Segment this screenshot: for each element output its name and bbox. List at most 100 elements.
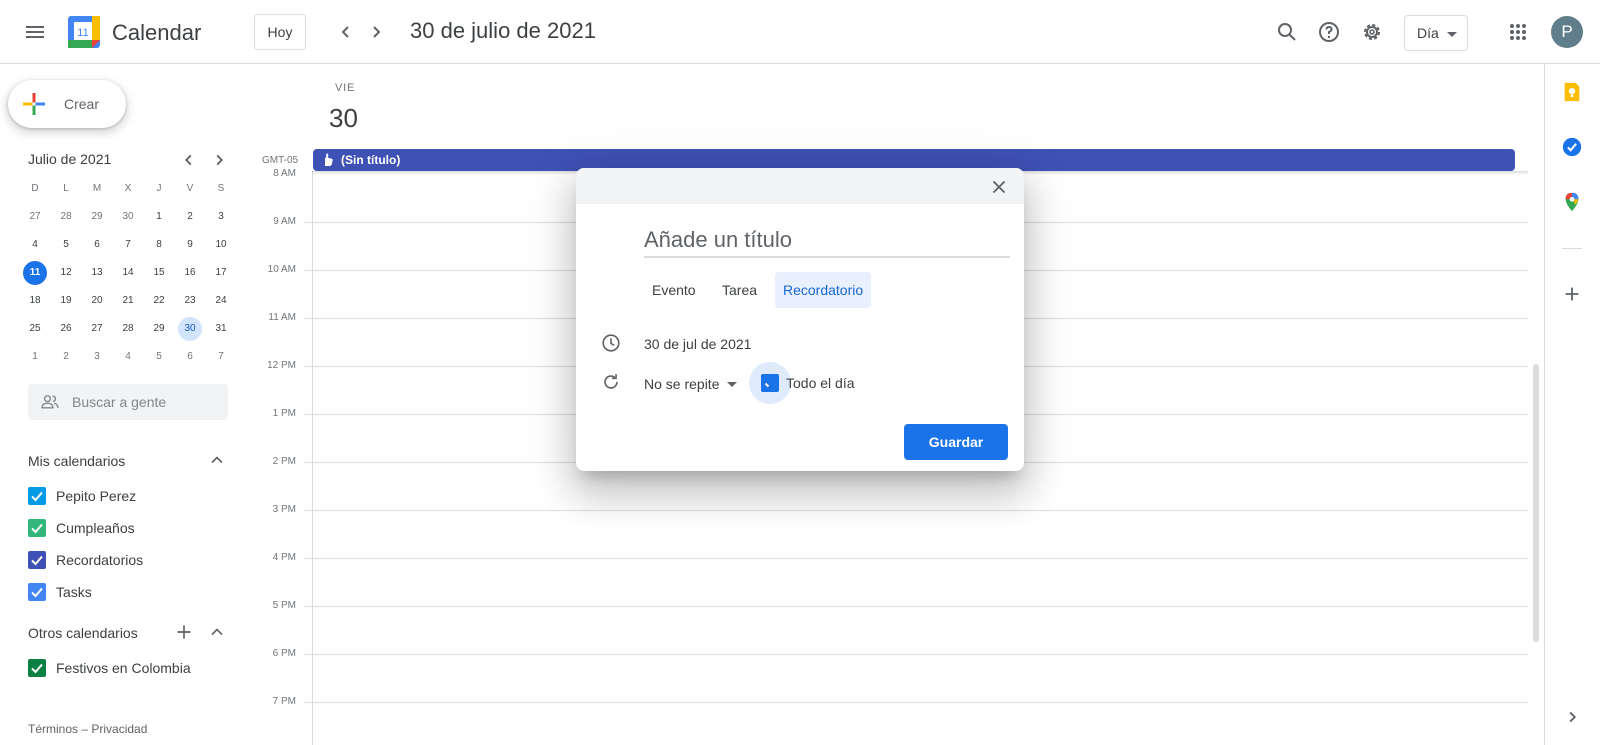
hour-label: 10 AM xyxy=(267,264,296,275)
apps-grid-icon[interactable] xyxy=(1506,20,1530,44)
account-avatar[interactable]: P xyxy=(1551,16,1583,48)
mini-calendar-day[interactable]: 6 xyxy=(178,345,202,369)
help-icon[interactable] xyxy=(1317,20,1341,44)
mini-calendar-day[interactable]: 15 xyxy=(147,261,171,285)
people-search-input[interactable] xyxy=(72,384,222,420)
mini-calendar-day[interactable]: 28 xyxy=(54,205,78,229)
add-calendar-plus-icon[interactable] xyxy=(174,622,194,642)
mini-calendar-day[interactable]: 20 xyxy=(85,289,109,313)
checkbox-checked-icon[interactable] xyxy=(28,659,46,677)
mini-calendar-day[interactable]: 5 xyxy=(54,233,78,257)
create-button[interactable]: Crear xyxy=(8,80,126,128)
people-icon xyxy=(41,395,59,409)
mini-calendar-day[interactable]: 29 xyxy=(147,317,171,341)
close-icon[interactable] xyxy=(988,176,1010,198)
mini-calendar-day[interactable]: 6 xyxy=(85,233,109,257)
hour-label: 1 PM xyxy=(272,408,296,419)
hour-label: 3 PM xyxy=(272,504,296,515)
weekday-label: L xyxy=(63,183,69,194)
timezone-label: GMT-05 xyxy=(262,155,299,166)
main-menu-icon[interactable] xyxy=(23,20,47,44)
mini-calendar-day[interactable]: 11 xyxy=(23,261,47,285)
mini-calendar-day[interactable]: 3 xyxy=(209,205,233,229)
expand-panel-chevron-icon[interactable] xyxy=(1561,706,1583,728)
mini-calendar-day[interactable]: 3 xyxy=(85,345,109,369)
view-select[interactable]: Día xyxy=(1404,15,1468,51)
tab-evento[interactable]: Evento xyxy=(644,272,704,308)
terms-privacy-links[interactable]: Términos – Privacidad xyxy=(28,722,147,736)
mini-calendar-day[interactable]: 30 xyxy=(116,205,140,229)
mini-calendar-day[interactable]: 25 xyxy=(23,317,47,341)
day-number[interactable]: 30 xyxy=(329,103,358,134)
mini-calendar-day[interactable]: 29 xyxy=(85,205,109,229)
dialog-drag-handle[interactable] xyxy=(576,168,1024,204)
checkbox-checked-icon[interactable] xyxy=(28,519,46,537)
mini-calendar-day[interactable]: 28 xyxy=(116,317,140,341)
all-day-label: Todo el día xyxy=(786,375,855,391)
mini-calendar-day[interactable]: 4 xyxy=(23,233,47,257)
mini-calendar-day[interactable]: 2 xyxy=(178,205,202,229)
mini-calendar-day[interactable]: 1 xyxy=(23,345,47,369)
mini-calendar-day[interactable]: 9 xyxy=(178,233,202,257)
mini-calendar-day[interactable]: 1 xyxy=(147,205,171,229)
mini-calendar-day[interactable]: 16 xyxy=(178,261,202,285)
checkbox-checked-icon[interactable] xyxy=(28,583,46,601)
next-day-icon[interactable] xyxy=(364,20,388,44)
caret-down-icon xyxy=(727,382,738,387)
mini-calendar-day[interactable]: 12 xyxy=(54,261,78,285)
mini-calendar-prev-icon[interactable] xyxy=(178,149,200,171)
mini-calendar-day[interactable]: 14 xyxy=(116,261,140,285)
mini-calendar-day[interactable]: 7 xyxy=(209,345,233,369)
mini-calendar-day[interactable]: 17 xyxy=(209,261,233,285)
tab-tarea[interactable]: Tarea xyxy=(714,272,765,308)
mini-calendar-day[interactable]: 21 xyxy=(116,289,140,313)
hour-label: 7 PM xyxy=(272,696,296,707)
mini-calendar-day[interactable]: 5 xyxy=(147,345,171,369)
mini-calendar-day[interactable]: 24 xyxy=(209,289,233,313)
settings-gear-icon[interactable] xyxy=(1360,20,1384,44)
mini-calendar-day[interactable]: 2 xyxy=(54,345,78,369)
mini-calendar-day[interactable]: 8 xyxy=(147,233,171,257)
day-of-week-label: VIE xyxy=(335,82,356,94)
create-plus-icon xyxy=(23,93,45,115)
mini-calendar-day[interactable]: 13 xyxy=(85,261,109,285)
all-day-checkbox[interactable] xyxy=(749,362,791,404)
mini-calendar-day[interactable]: 27 xyxy=(85,317,109,341)
mini-calendar-day[interactable]: 23 xyxy=(178,289,202,313)
mini-calendar-day[interactable]: 30 xyxy=(178,317,202,341)
maps-icon[interactable] xyxy=(1561,191,1583,213)
reminder-date[interactable]: 30 de jul de 2021 xyxy=(644,336,751,352)
calendar-logo-number: 11 xyxy=(77,27,88,39)
save-button[interactable]: Guardar xyxy=(904,424,1008,460)
people-search[interactable] xyxy=(28,384,228,420)
add-addon-plus-icon[interactable] xyxy=(1561,283,1583,305)
tasks-icon[interactable] xyxy=(1561,136,1583,158)
all-day-event-title: (Sin título) xyxy=(341,153,401,167)
mini-calendar-day[interactable]: 19 xyxy=(54,289,78,313)
repeat-select[interactable]: No se repite xyxy=(644,372,739,396)
mini-calendar-next-icon[interactable] xyxy=(208,149,230,171)
mini-calendar-day[interactable]: 22 xyxy=(147,289,171,313)
checkbox-checked-icon[interactable] xyxy=(28,487,46,505)
mini-calendar-day[interactable]: 27 xyxy=(23,205,47,229)
checkbox-checked-icon[interactable] xyxy=(28,551,46,569)
mini-calendar-day[interactable]: 18 xyxy=(23,289,47,313)
mini-calendar-day[interactable]: 10 xyxy=(209,233,233,257)
today-button[interactable]: Hoy xyxy=(254,14,306,50)
keep-icon[interactable] xyxy=(1561,81,1583,103)
calendar-logo-icon[interactable]: 11 xyxy=(68,16,100,48)
hour-label: 8 AM xyxy=(273,168,296,179)
collapse-my-calendars-icon[interactable] xyxy=(207,450,227,470)
tab-recordatorio[interactable]: Recordatorio xyxy=(775,272,872,308)
search-icon[interactable] xyxy=(1275,20,1299,44)
mini-calendar-day[interactable]: 7 xyxy=(116,233,140,257)
mini-calendar-day[interactable]: 4 xyxy=(116,345,140,369)
calendar-name: Recordatorios xyxy=(56,552,144,568)
reminder-hand-icon xyxy=(325,153,333,166)
mini-calendar-day[interactable]: 26 xyxy=(54,317,78,341)
mini-calendar-day[interactable]: 31 xyxy=(209,317,233,341)
collapse-other-calendars-icon[interactable] xyxy=(207,622,227,642)
previous-day-icon[interactable] xyxy=(334,20,358,44)
time-grid-scrollbar[interactable] xyxy=(1533,364,1539,642)
event-title-input[interactable] xyxy=(644,224,1010,258)
